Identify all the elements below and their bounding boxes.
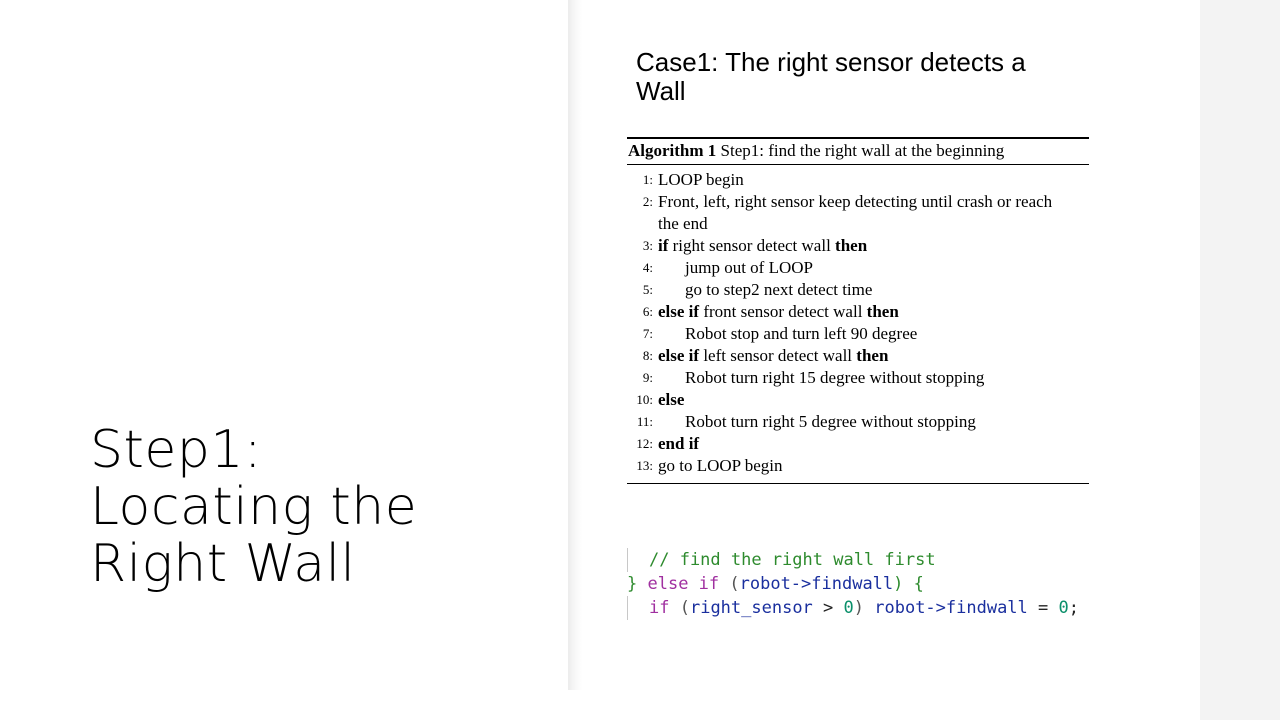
code-token: = [1027, 598, 1059, 618]
code-line: // find the right wall first [627, 548, 1107, 572]
algorithm-text: go to step2 next detect time [685, 280, 873, 299]
algorithm-line: 5: go to step2 next detect time [627, 279, 1089, 301]
slide-title-line: Right Wall [90, 534, 356, 594]
algorithm-header: Algorithm 1 Step1: find the right wall a… [627, 139, 1089, 163]
case-title: Case1: The right sensor detects a Wall [636, 48, 1076, 106]
algorithm-keyword: then [856, 346, 889, 365]
algorithm-text: front sensor detect wall [699, 302, 867, 321]
algorithm-line-text: if right sensor detect wall then [658, 235, 1089, 257]
algorithm-keyword: else [658, 390, 685, 409]
algorithm-line-number: 8: [642, 348, 653, 363]
algorithm-line-text: else [658, 389, 1089, 411]
algorithm-line-number [627, 213, 658, 235]
code-token: ; [1068, 598, 1079, 618]
algorithm-line-text: go to step2 next detect time [658, 279, 1089, 301]
algorithm-line-number: 6: [642, 304, 653, 319]
algorithm-line-text: Robot stop and turn left 90 degree [658, 323, 1089, 345]
algorithm-line: 1: LOOP begin [627, 169, 1089, 191]
algorithm-line: 13: go to LOOP begin [627, 455, 1089, 477]
algorithm-box: Algorithm 1 Step1: find the right wall a… [627, 137, 1089, 484]
algorithm-text: the end [658, 214, 708, 233]
algorithm-text: go to LOOP begin [658, 456, 783, 475]
case-title-line: Wall [636, 76, 686, 106]
algorithm-line: 2: Front, left, right sensor keep detecti… [627, 191, 1089, 213]
algorithm-line: 12: end if [627, 433, 1089, 455]
algorithm-text: Robot stop and turn left 90 degree [685, 324, 918, 343]
code-token: // find the right wall first [649, 550, 936, 570]
algorithm-line: 9: Robot turn right 15 degree without sto… [627, 367, 1089, 389]
code-token: robot->findwall [739, 574, 894, 594]
code-token: else if [647, 574, 720, 594]
algorithm-text: jump out of LOOP [685, 258, 813, 277]
code-token: 0 [843, 598, 854, 618]
algorithm-caption: Step1: find the right wall at the beginn… [720, 141, 1005, 160]
algorithm-text: LOOP begin [658, 170, 744, 189]
algorithm-line: the end [627, 213, 1089, 235]
algorithm-line-text: the end [658, 213, 1089, 235]
code-line: } else if (robot->findwall) { [627, 572, 1107, 596]
algorithm-line: 10: else [627, 389, 1089, 411]
algorithm-text: Robot turn right 15 degree without stopp… [685, 368, 985, 387]
algorithm-lines: 1: LOOP begin 2: Front, left, right sensor … [627, 165, 1089, 477]
algorithm-keyword: if [658, 236, 669, 255]
algorithm-text: right sensor detect wall [668, 236, 836, 255]
code-token: > [812, 598, 844, 618]
algorithm-line-text: Robot turn right 5 degree without stoppi… [658, 411, 1089, 433]
slide-title-line: Locating the [90, 477, 418, 537]
algorithm-line-number: 12: [636, 436, 653, 451]
code-token: 0 [1058, 598, 1069, 618]
algorithm-line-text: go to LOOP begin [658, 455, 1089, 477]
algorithm-line-text: else if front sensor detect wall then [658, 301, 1089, 323]
algorithm-line: 11: Robot turn right 5 degree without sto… [627, 411, 1089, 433]
case-title-line: Case1: The right sensor detects a [636, 47, 1026, 77]
algorithm-line-text: LOOP begin [658, 169, 1089, 191]
algorithm-line: 7: Robot stop and turn left 90 degree [627, 323, 1089, 345]
window-gutter [1200, 0, 1280, 720]
code-token: ) { [893, 574, 924, 594]
algorithm-keyword: then [866, 302, 899, 321]
algorithm-line-number: 11: [636, 414, 653, 429]
algorithm-label: Algorithm 1 [628, 141, 717, 160]
code-snippet: // find the right wall first} else if (r… [627, 548, 1107, 620]
algorithm-text: left sensor detect wall [699, 346, 857, 365]
algorithm-line-number: 9: [642, 370, 653, 385]
algorithm-line-number: 7: [642, 326, 653, 341]
slide-title: Step1: Locating the Right Wall [90, 422, 530, 593]
code-token: if [649, 598, 670, 618]
algorithm-line-number: 5: [642, 282, 653, 297]
algorithm-line-number: 1: [642, 172, 653, 187]
algorithm-keyword: end if [658, 434, 700, 453]
algorithm-line-number: 10: [636, 392, 653, 407]
algorithm-line: 8: else if left sensor detect wall then [627, 345, 1089, 367]
algorithm-line-number: 4: [642, 260, 653, 275]
algorithm-line-text: else if left sensor detect wall then [658, 345, 1089, 367]
algorithm-keyword: else if [658, 302, 700, 321]
algorithm-line-text: end if [658, 433, 1089, 455]
code-line: if (right_sensor > 0) robot->findwall = … [627, 596, 1107, 620]
algorithm-line: 3: if right sensor detect wall then [627, 235, 1089, 257]
algorithm-line: 4: jump out of LOOP [627, 257, 1089, 279]
algorithm-line: 6: else if front sensor detect wall then [627, 301, 1089, 323]
code-token: ( [669, 598, 690, 618]
code-token: } [627, 574, 648, 594]
algorithm-keyword: else if [658, 346, 700, 365]
algorithm-line-number: 13: [636, 458, 653, 473]
algorithm-line-text: jump out of LOOP [658, 257, 1089, 279]
code-token: right_sensor [689, 598, 813, 618]
slide-title-line: Step1: [90, 420, 262, 480]
slide: Step1: Locating the Right Wall Case1: Th… [0, 0, 1200, 720]
algorithm-line-number: 2: [642, 194, 653, 209]
code-token: ( [719, 574, 740, 594]
code-token: ) [853, 598, 875, 618]
code-token: robot->findwall [874, 598, 1028, 618]
algorithm-line-text: Front, left, right sensor keep detecting… [658, 191, 1089, 213]
algorithm-bottom-rule [627, 483, 1089, 484]
algorithm-line-text: Robot turn right 15 degree without stopp… [658, 367, 1089, 389]
algorithm-keyword: then [835, 236, 868, 255]
algorithm-text: Front, left, right sensor keep detecting… [658, 192, 1053, 211]
algorithm-text: Robot turn right 5 degree without stoppi… [685, 412, 976, 431]
algorithm-line-number: 3: [642, 238, 653, 253]
